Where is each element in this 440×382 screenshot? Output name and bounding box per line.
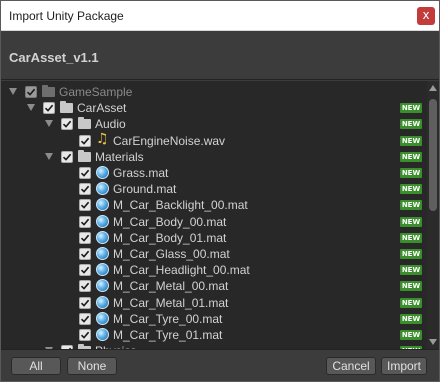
- select-none-button[interactable]: None: [67, 357, 117, 375]
- tree-item-label: M_Car_Metal_00.mat: [113, 279, 229, 294]
- tree-item-label: M_Car_Tyre_01.mat: [113, 328, 223, 342]
- tree-row[interactable]: M_Car_Tyre_00.mat NEW: [1, 311, 425, 327]
- item-checkbox[interactable]: [61, 118, 73, 131]
- tree-row[interactable]: Grass.mat NEW: [1, 165, 425, 181]
- material-icon: [96, 214, 109, 228]
- item-checkbox[interactable]: [79, 312, 91, 325]
- expand-arrow-icon[interactable]: [27, 104, 35, 112]
- new-badge: NEW: [400, 151, 422, 162]
- tree-row[interactable]: Materials NEW: [1, 149, 425, 165]
- tree-row[interactable]: CarAsset NEW: [1, 100, 425, 116]
- tree-item-label: M_Car_Glass_00.mat: [113, 247, 230, 261]
- tree-item-label: M_Car_Body_00.mat: [113, 214, 227, 229]
- tree-item-label: M_Car_Headlight_00.mat: [113, 263, 250, 278]
- tree-item-label: Grass.mat: [113, 166, 169, 180]
- tree-item-label: M_Car_Tyre_00.mat: [113, 311, 223, 326]
- tree-row[interactable]: M_Car_Tyre_01.mat NEW: [1, 327, 425, 343]
- tree-row[interactable]: M_Car_Body_01.mat NEW: [1, 230, 425, 246]
- new-badge: NEW: [400, 184, 422, 195]
- package-header: CarAsset_v1.1: [1, 32, 439, 80]
- material-icon: [96, 230, 109, 244]
- item-checkbox[interactable]: [79, 215, 91, 228]
- new-badge: NEW: [400, 119, 422, 130]
- new-badge: NEW: [400, 249, 422, 259]
- import-package-window: Import Unity Package x CarAsset_v1.1 Gam…: [0, 0, 440, 382]
- item-checkbox[interactable]: [79, 199, 91, 212]
- import-button[interactable]: Import: [381, 357, 427, 375]
- material-icon: [96, 279, 109, 293]
- folder-icon: [42, 85, 55, 98]
- cancel-button[interactable]: Cancel: [326, 357, 376, 375]
- item-checkbox[interactable]: [61, 150, 73, 163]
- tree-row[interactable]: Audio NEW: [1, 116, 425, 132]
- scroll-down-icon[interactable]: [429, 339, 437, 345]
- close-button[interactable]: x: [417, 7, 435, 25]
- tree-item-label: M_Car_Metal_01.mat: [113, 295, 229, 310]
- tree-item-label: GameSample: [59, 85, 133, 99]
- tree-row[interactable]: M_Car_Body_00.mat NEW: [1, 214, 425, 230]
- item-checkbox[interactable]: [25, 86, 37, 98]
- item-checkbox[interactable]: [79, 167, 91, 179]
- new-badge: NEW: [400, 168, 422, 178]
- material-icon: [96, 166, 109, 179]
- tree-row[interactable]: ♫ CarEngineNoise.wav NEW: [1, 130, 425, 149]
- item-checkbox[interactable]: [79, 231, 91, 244]
- new-badge: NEW: [400, 313, 422, 324]
- item-checkbox[interactable]: [79, 183, 91, 196]
- new-badge: NEW: [400, 135, 422, 146]
- tree-item-label: M_Car_Backlight_00.mat: [113, 198, 248, 213]
- material-icon: [96, 263, 109, 277]
- new-badge: NEW: [400, 103, 422, 114]
- scroll-up-icon[interactable]: [429, 85, 437, 91]
- item-checkbox[interactable]: [43, 102, 55, 115]
- material-icon: [96, 247, 109, 260]
- tree-row[interactable]: M_Car_Backlight_00.mat NEW: [1, 197, 425, 213]
- new-badge: NEW: [400, 297, 422, 308]
- item-checkbox[interactable]: [79, 264, 91, 277]
- new-badge: NEW: [400, 265, 422, 276]
- expand-arrow-icon[interactable]: [45, 152, 53, 160]
- folder-icon: [78, 149, 91, 163]
- tree-item-label: Materials: [95, 149, 144, 164]
- material-icon: [96, 182, 109, 196]
- select-all-button[interactable]: All: [11, 357, 61, 375]
- tree-item-label: M_Car_Body_01.mat: [113, 230, 227, 245]
- material-icon: [96, 311, 109, 325]
- tree-row[interactable]: GameSample: [1, 84, 425, 100]
- audio-file-icon: ♫: [96, 130, 109, 147]
- scrollbar-thumb[interactable]: [429, 99, 437, 211]
- item-checkbox[interactable]: [79, 329, 91, 341]
- folder-icon: [60, 101, 73, 114]
- close-icon: x: [422, 8, 430, 22]
- new-badge: NEW: [400, 281, 422, 292]
- tree-item-label: CarEngineNoise.wav: [113, 133, 226, 148]
- tree-scrollbar[interactable]: [427, 81, 439, 349]
- tree-row[interactable]: M_Car_Headlight_00.mat NEW: [1, 262, 425, 278]
- tree-row[interactable]: M_Car_Metal_01.mat NEW: [1, 295, 425, 311]
- item-checkbox[interactable]: [79, 280, 91, 293]
- new-badge: NEW: [400, 232, 422, 243]
- footer: All None Cancel Import: [1, 349, 439, 381]
- folder-icon: [78, 117, 91, 130]
- material-icon: [96, 198, 109, 212]
- expand-arrow-icon[interactable]: [45, 120, 53, 128]
- tree-row[interactable]: Ground.mat NEW: [1, 181, 425, 197]
- new-badge: NEW: [400, 216, 422, 227]
- item-checkbox[interactable]: [79, 296, 91, 309]
- material-icon: [96, 328, 109, 341]
- expand-arrow-icon[interactable]: [9, 88, 17, 95]
- window-title: Import Unity Package: [9, 9, 124, 23]
- package-name: CarAsset_v1.1: [9, 50, 99, 65]
- tree-item-label: Ground.mat: [113, 182, 177, 197]
- tree-row[interactable]: M_Car_Glass_00.mat NEW: [1, 246, 425, 262]
- new-badge: NEW: [400, 330, 422, 340]
- new-badge: NEW: [400, 200, 422, 211]
- item-checkbox[interactable]: [79, 248, 91, 260]
- material-icon: [96, 295, 109, 309]
- title-bar[interactable]: Import Unity Package x: [1, 1, 439, 31]
- tree-row[interactable]: M_Car_Metal_00.mat NEW: [1, 278, 425, 294]
- asset-tree: GameSample CarAsset NEW Audio NEW ♫ CarEngineN…: [1, 81, 439, 349]
- tree-item-label: CarAsset: [77, 101, 127, 116]
- item-checkbox[interactable]: [79, 134, 91, 147]
